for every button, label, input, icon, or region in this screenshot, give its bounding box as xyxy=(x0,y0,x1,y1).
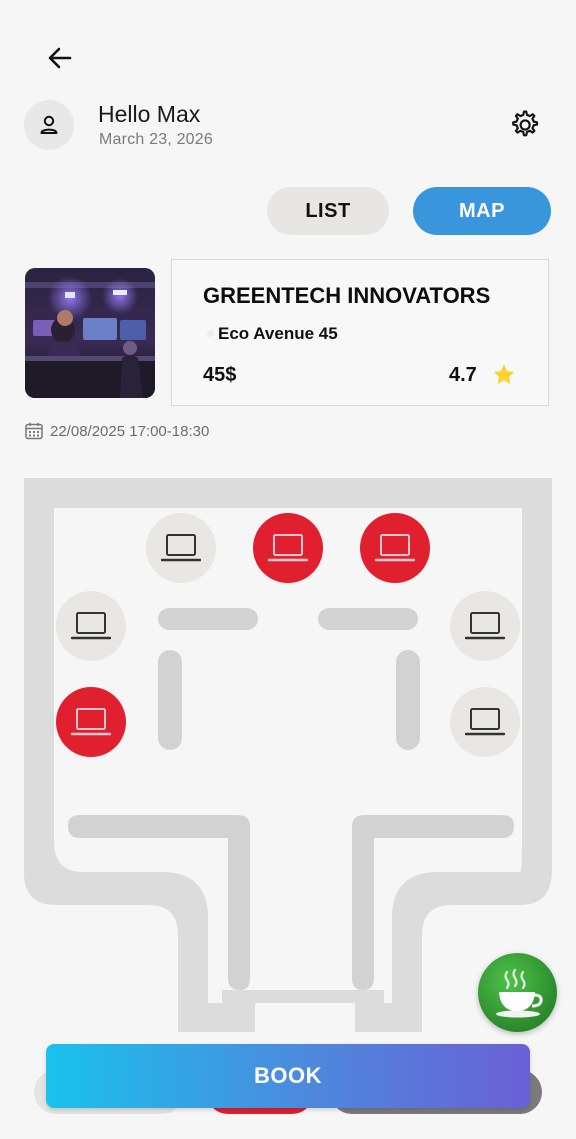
venue-name: GREENTECH INNOVATORS xyxy=(203,283,491,308)
gear-icon xyxy=(512,110,539,137)
user-icon xyxy=(40,115,58,134)
avatar[interactable] xyxy=(24,100,74,150)
book-button[interactable]: BOOK xyxy=(46,1044,530,1108)
venue-address: Eco Avenue 45 xyxy=(218,324,338,343)
laptop-icon xyxy=(465,612,505,640)
laptop-icon xyxy=(465,708,505,736)
calendar-icon xyxy=(25,422,43,440)
laptop-icon xyxy=(161,534,201,562)
coffee-button[interactable] xyxy=(478,953,557,1032)
list-view-button[interactable]: LIST xyxy=(267,187,389,235)
venue-photo[interactable] xyxy=(25,268,155,398)
star-icon xyxy=(493,364,515,384)
venue-rating: 4.7 xyxy=(449,364,477,386)
laptop-icon xyxy=(71,708,111,736)
booking-datetime-text: 22/08/2025 17:00-18:30 xyxy=(50,422,210,440)
back-button[interactable] xyxy=(40,38,80,78)
seat-2[interactable] xyxy=(253,513,323,583)
greeting-text: Hello Max xyxy=(98,101,201,127)
back-arrow-icon xyxy=(48,47,72,69)
settings-button[interactable] xyxy=(504,105,544,145)
laptop-icon xyxy=(375,534,415,562)
booking-datetime: 22/08/2025 17:00-18:30 xyxy=(24,421,209,441)
seat-5[interactable] xyxy=(450,591,520,661)
seat-3[interactable] xyxy=(360,513,430,583)
location-dot-icon xyxy=(207,330,214,337)
seat-7[interactable] xyxy=(450,687,520,757)
laptop-icon xyxy=(268,534,308,562)
current-date: March 23, 2026 xyxy=(99,131,213,148)
coffee-cup-icon xyxy=(495,968,543,1017)
venue-price: 45$ xyxy=(203,364,237,386)
seat-4[interactable] xyxy=(56,591,126,661)
seat-6[interactable] xyxy=(56,687,126,757)
map-view-button[interactable]: MAP xyxy=(413,187,551,235)
seat-1[interactable] xyxy=(146,513,216,583)
laptop-icon xyxy=(71,612,111,640)
